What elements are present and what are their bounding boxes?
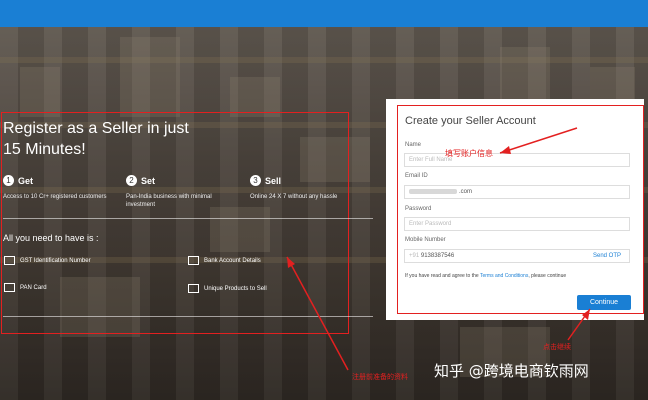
- annotation-left-note: 注册前准备的资料: [352, 374, 408, 381]
- annotation-fill-info: 填写账户信息: [445, 149, 493, 158]
- annotation-click-continue: 点击继续: [543, 344, 571, 351]
- arrowhead-left-note: [287, 257, 295, 268]
- watermark: 知乎 @跨境电商钦雨网: [434, 362, 589, 380]
- arrow-fill-info: [499, 127, 578, 154]
- arrow-left-note: [286, 256, 349, 371]
- annotation-arrows: [286, 127, 591, 371]
- arrowhead-fill-info: [500, 146, 511, 154]
